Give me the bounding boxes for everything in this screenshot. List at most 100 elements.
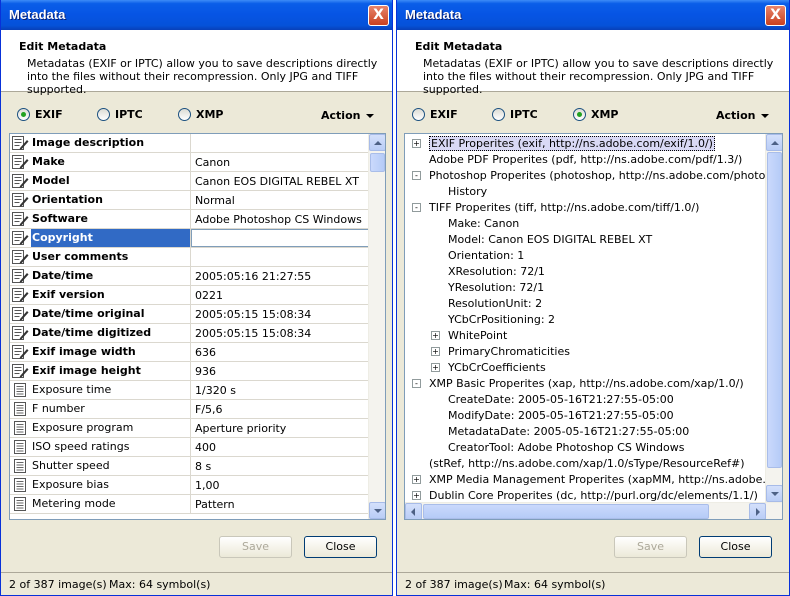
radio-xmp-dot[interactable] (573, 108, 586, 121)
field-value[interactable]: 936 (195, 365, 216, 378)
radio-iptc[interactable]: IPTC (492, 108, 538, 121)
table-row[interactable]: Orientation Normal (10, 191, 369, 210)
scroll-up-button[interactable] (766, 134, 782, 151)
field-value[interactable]: 2005:05:16 21:27:55 (195, 270, 311, 283)
column-divider (190, 267, 191, 285)
table-row[interactable]: Model Canon EOS DIGITAL REBEL XT (10, 172, 369, 191)
field-value: F/5,6 (195, 403, 223, 416)
expand-icon[interactable]: + (412, 139, 421, 148)
field-name: Date/time (32, 269, 94, 282)
expand-icon[interactable]: + (412, 491, 421, 500)
column-divider (190, 419, 191, 437)
scroll-down-button[interactable] (766, 485, 782, 502)
field-name: Metering mode (32, 497, 116, 510)
radio-xmp[interactable]: XMP (178, 108, 224, 121)
tree-node-label: MetadataDate: 2005-05-16T21:27:55-05:00 (448, 425, 690, 438)
exif-rows: Image description Make Canon Model Canon EOS… (10, 134, 369, 514)
vertical-scrollbar[interactable] (765, 134, 782, 502)
collapse-icon[interactable]: - (412, 379, 421, 388)
scroll-left-button[interactable] (405, 503, 422, 519)
field-name: Exposure bias (32, 478, 109, 491)
table-row[interactable]: Metering mode Pattern (10, 495, 369, 514)
field-value[interactable]: 636 (195, 346, 216, 359)
field-value: 1/320 s (195, 384, 236, 397)
exif-grid: Image description Make Canon Model Canon EOS… (9, 133, 386, 520)
table-row[interactable]: Copyright (10, 229, 369, 248)
action-menu-button[interactable]: Action (716, 109, 770, 122)
vertical-scrollbar[interactable] (368, 134, 385, 519)
action-menu-button[interactable]: Action (321, 109, 375, 122)
horizontal-scrollbar[interactable] (405, 502, 782, 519)
table-row[interactable]: Make Canon (10, 153, 369, 172)
radio-exif-label: EXIF (430, 108, 458, 121)
close-button[interactable]: Close (304, 536, 377, 558)
tree-node-label: XMP Media Management Properites (xapMM, … (429, 473, 783, 486)
title-bar[interactable]: Metadata X (397, 0, 789, 30)
field-name: Exif image height (32, 364, 141, 377)
radio-exif-dot[interactable] (17, 108, 30, 121)
table-row[interactable]: Exposure program Aperture priority (10, 419, 369, 438)
horizontal-scroll-thumb[interactable] (423, 504, 709, 519)
save-button[interactable]: Save (614, 536, 687, 558)
table-row[interactable]: Date/time original 2005:05:15 15:08:34 (10, 305, 369, 324)
field-value[interactable]: Canon (195, 156, 230, 169)
scroll-down-button[interactable] (369, 502, 385, 519)
table-row[interactable]: F number F/5,6 (10, 400, 369, 419)
field-value[interactable]: 2005:05:15 15:08:34 (195, 327, 311, 340)
status-image-count: 2 of 387 image(s) (9, 578, 107, 591)
close-window-button[interactable]: X (368, 5, 389, 26)
expand-icon[interactable]: + (431, 363, 440, 372)
radio-exif[interactable]: EXIF (412, 108, 458, 121)
collapse-icon[interactable]: - (412, 203, 421, 212)
title-bar[interactable]: Metadata X (1, 0, 392, 30)
radio-iptc-label: IPTC (115, 108, 143, 121)
scroll-up-button[interactable] (369, 134, 385, 151)
field-value[interactable]: Normal (195, 194, 235, 207)
status-max-symbols: Max: 64 symbol(s) (109, 578, 211, 591)
value-edit-input[interactable] (191, 229, 369, 247)
action-label: Action (321, 109, 361, 122)
table-row[interactable]: Software Adobe Photoshop CS Windows (10, 210, 369, 229)
radio-iptc-dot[interactable] (492, 108, 505, 121)
field-value[interactable]: 0221 (195, 289, 223, 302)
expand-icon[interactable]: + (431, 347, 440, 356)
scroll-thumb[interactable] (370, 153, 385, 172)
radio-exif-label: EXIF (35, 108, 63, 121)
radio-exif-dot[interactable] (412, 108, 425, 121)
field-name: Software (32, 212, 88, 225)
table-row[interactable]: Exif image width 636 (10, 343, 369, 362)
table-row[interactable]: Shutter speed 8 s (10, 457, 369, 476)
close-button[interactable]: Close (699, 536, 772, 558)
field-value[interactable]: 2005:05:15 15:08:34 (195, 308, 311, 321)
radio-xmp[interactable]: XMP (573, 108, 619, 121)
tree-node-label: Adobe PDF Properites (pdf, http://ns.ado… (429, 153, 743, 166)
table-row[interactable]: Exposure time 1/320 s (10, 381, 369, 400)
field-value: 1,00 (195, 479, 220, 492)
radio-iptc-dot[interactable] (97, 108, 110, 121)
tree-node-label: CreateDate: 2005-05-16T21:27:55-05:00 (448, 393, 674, 406)
tree-node-label: WhitePoint (448, 329, 508, 342)
table-row[interactable]: Date/time digitized 2005:05:15 15:08:34 (10, 324, 369, 343)
close-window-button[interactable]: X (765, 5, 786, 26)
radio-xmp-dot[interactable] (178, 108, 191, 121)
tree-node-label: History (448, 185, 488, 198)
table-row[interactable]: Image description (10, 134, 369, 153)
table-row[interactable]: Exif image height 936 (10, 362, 369, 381)
expand-icon[interactable]: + (431, 331, 440, 340)
scroll-thumb[interactable] (767, 152, 782, 468)
table-row[interactable]: User comments (10, 248, 369, 267)
table-row[interactable]: ISO speed ratings 400 (10, 438, 369, 457)
field-value[interactable]: Canon EOS DIGITAL REBEL XT (195, 175, 359, 188)
scroll-right-button[interactable] (749, 503, 766, 519)
collapse-icon[interactable]: - (412, 171, 421, 180)
expand-icon[interactable]: + (412, 475, 421, 484)
field-value[interactable]: Adobe Photoshop CS Windows (195, 213, 362, 226)
field-name: Exposure program (32, 421, 134, 434)
table-row[interactable]: Exif version 0221 (10, 286, 369, 305)
table-row[interactable]: Exposure bias 1,00 (10, 476, 369, 495)
window-title: Metadata (9, 7, 66, 22)
save-button[interactable]: Save (219, 536, 292, 558)
radio-exif[interactable]: EXIF (17, 108, 63, 121)
radio-iptc[interactable]: IPTC (97, 108, 143, 121)
table-row[interactable]: Date/time 2005:05:16 21:27:55 (10, 267, 369, 286)
